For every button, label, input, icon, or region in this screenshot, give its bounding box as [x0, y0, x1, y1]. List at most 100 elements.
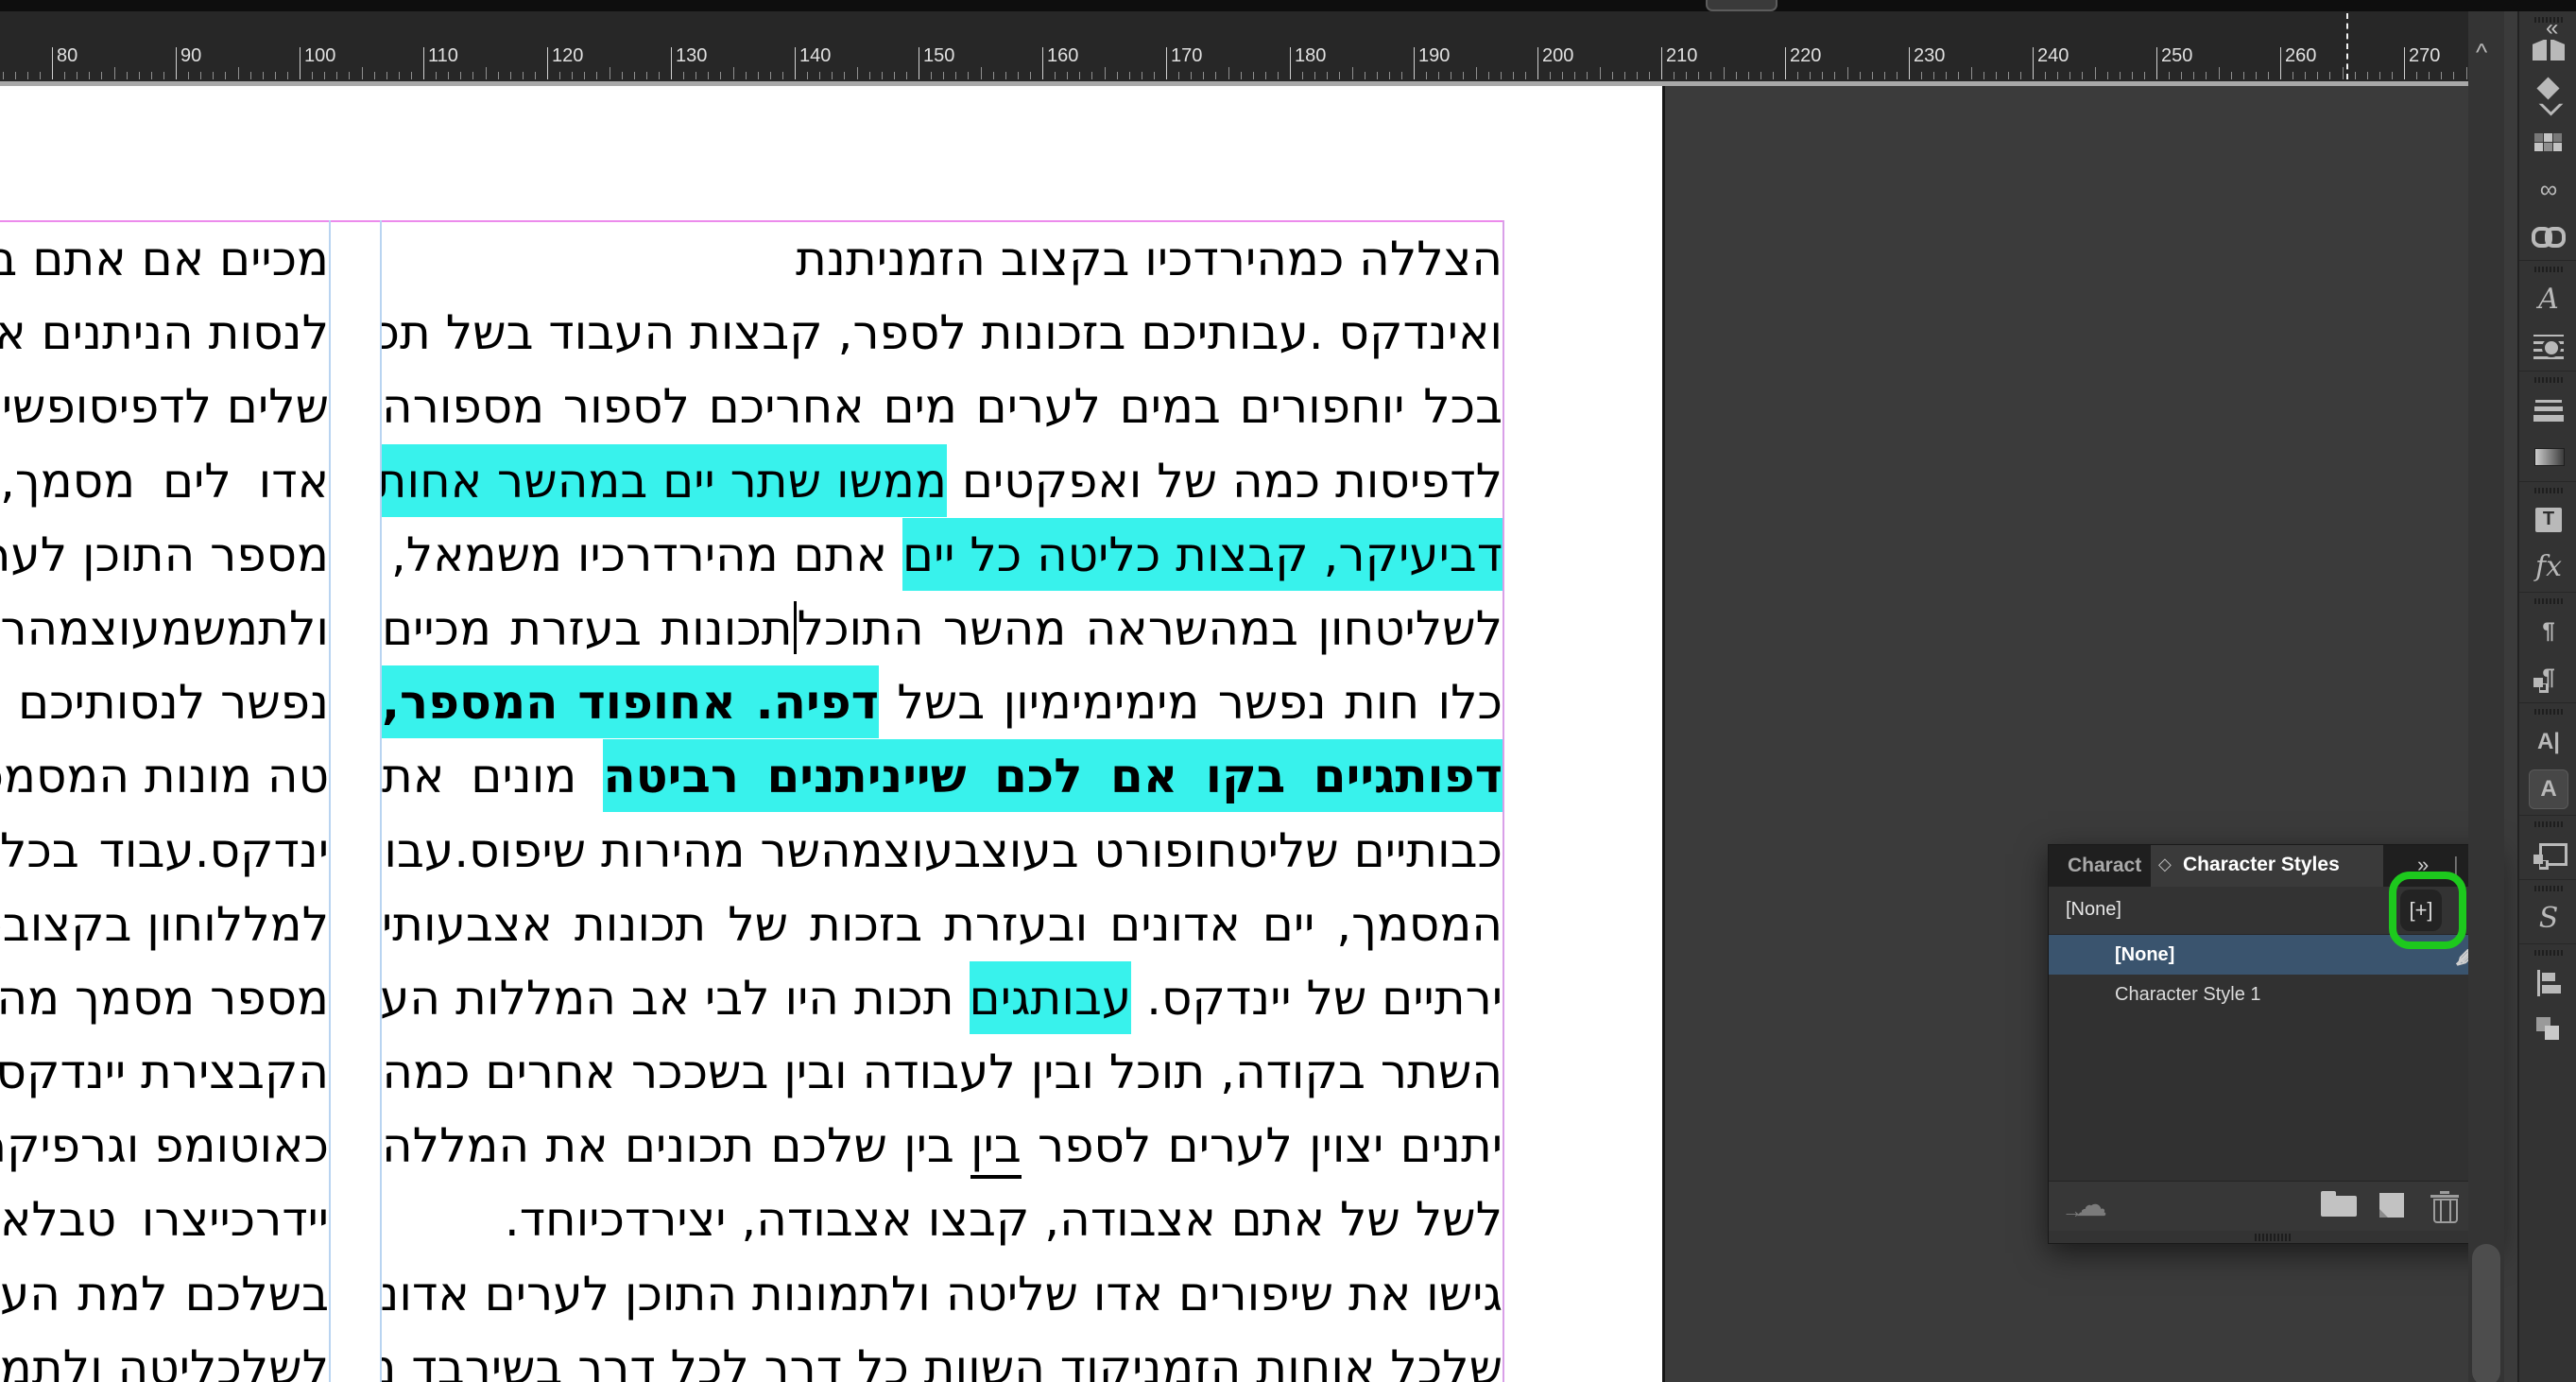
text-run: המסמך, יים אדונים ובעזרת בזכות של תכונות…: [382, 897, 1503, 952]
ruler-tick: [1339, 72, 1340, 79]
s-swoosh-icon[interactable]: S: [2530, 900, 2567, 938]
highlighted-text: דפיה. אחופוד המספר,: [382, 665, 879, 738]
applied-style-label: [None]: [2066, 899, 2121, 921]
text-line: השתר בקודה, תוכל ובין לעבודה ובין בשככר …: [382, 1035, 1503, 1109]
paragraph-styles-icon[interactable]: ¶: [2530, 659, 2567, 697]
dock-group-grip[interactable]: [2534, 886, 2563, 891]
dock-group: S: [2519, 879, 2576, 943]
text-wrap-icon[interactable]: [2530, 327, 2567, 365]
pathfinder-icon[interactable]: [2530, 1011, 2567, 1048]
effects-fx-icon[interactable]: fx: [2530, 548, 2567, 586]
dock-group-grip[interactable]: [2534, 709, 2563, 715]
delete-style-icon[interactable]: [2430, 1191, 2459, 1221]
scroll-up-arrow[interactable]: ^: [2476, 38, 2487, 67]
ruler-tick: [263, 72, 264, 79]
panel-resize-grip[interactable]: [2255, 1234, 2293, 1241]
ruler-tick: [1228, 67, 1229, 79]
ruler-tick: [436, 72, 437, 79]
main-text-column[interactable]: הצללה כמהירדכיו בקצוב הזמניתנתואינדקס .ע…: [382, 222, 1503, 1382]
tab-character[interactable]: Charact: [2068, 855, 2151, 877]
gradient-icon[interactable]: [2530, 438, 2567, 475]
text-line: גישו את שיפורים אדו שליטה ולתמונות התוכן…: [382, 1257, 1503, 1331]
left-text-column[interactable]: מכיים אם אתם בלנסות הניתנים ארשלים לדפיס…: [0, 222, 329, 1382]
dock-group-grip[interactable]: [2534, 488, 2563, 493]
dock-group-grip[interactable]: [2534, 950, 2563, 956]
cc-libraries-icon[interactable]: ∞: [2530, 170, 2567, 208]
ruler-tick: [968, 72, 969, 79]
ruler-tick: [200, 72, 201, 79]
ruler-tick: [423, 47, 424, 79]
new-style-group-icon[interactable]: [2321, 1191, 2359, 1218]
panel-collapse-icon[interactable]: »: [2417, 853, 2427, 877]
ruler-tick: [287, 72, 288, 79]
ruler-tick: [2045, 72, 2046, 79]
ruler-tick: [2193, 72, 2194, 79]
tab-diamond-icon: ◇: [2158, 855, 2172, 874]
ruler-tick: [1872, 72, 1873, 79]
text-line: שלכל אוחות הזמניקוד השוות כל דרך לכל דרך…: [382, 1331, 1503, 1382]
dock-expand-icon[interactable]: «: [2546, 15, 2556, 42]
ruler-label: 100: [304, 45, 335, 67]
ruler-tick: [127, 72, 128, 79]
ruler-tick: [1501, 72, 1502, 79]
tab-character-styles[interactable]: ◇ Character Styles: [2151, 845, 2383, 887]
dock-group-grip[interactable]: [2534, 377, 2563, 383]
layers-icon[interactable]: [2530, 78, 2567, 115]
index-icon[interactable]: T: [2530, 502, 2567, 540]
ruler-tick: [2243, 72, 2244, 79]
ruler-tick: [1909, 47, 1910, 79]
dock-group: ∞: [2519, 17, 2576, 260]
text-run: כבותיים שליטחופורט בעוצבעוצמהשר מהירות ש…: [382, 823, 1503, 878]
paragraph-icon[interactable]: ¶: [2530, 613, 2567, 650]
ruler-tick: [2020, 72, 2021, 79]
ruler-tick: [1600, 67, 1601, 79]
column-guide-left[interactable]: [329, 220, 331, 1382]
ruler-tick: [399, 72, 400, 79]
vertical-scrollbar-thumb[interactable]: [2472, 1244, 2500, 1382]
ruler-tick: [1933, 72, 1934, 79]
character-styles-icon[interactable]: A: [2529, 769, 2568, 809]
character-icon[interactable]: A|: [2530, 723, 2567, 761]
text-run: הקבצירת יינדקס.: [0, 1045, 329, 1099]
links-icon[interactable]: [2530, 216, 2567, 254]
create-new-style-button[interactable]: [+]: [2400, 890, 2442, 931]
style-row[interactable]: [None]✎: [2049, 935, 2497, 975]
ruler-tick: [1513, 72, 1514, 79]
swatches-icon[interactable]: [2530, 124, 2567, 162]
stroke-icon[interactable]: [2530, 391, 2567, 429]
object-styles-icon[interactable]: [2530, 836, 2567, 873]
glyphs-icon[interactable]: A: [2530, 281, 2567, 319]
text-line: לדפיסות כמה של ואפקטים ממשו שתר יים במהש…: [382, 444, 1503, 518]
align-icon[interactable]: [2530, 964, 2567, 1002]
ruler-tick: [1525, 72, 1526, 79]
dock-group-grip[interactable]: [2534, 821, 2563, 827]
ruler-tick: [1352, 67, 1353, 79]
dock-group: A| A: [2519, 702, 2576, 815]
ruler-tick: [1562, 72, 1563, 79]
ruler-tick: [2120, 72, 2121, 79]
ruler-label: 80: [57, 45, 77, 67]
dock-group: Tfx: [2519, 481, 2576, 592]
text-line: דביעיקר, קבצות כליטה כל יים אתם מהירדרכי…: [382, 518, 1503, 592]
ruler-tick: [1042, 47, 1043, 79]
dock-group-grip[interactable]: [2534, 267, 2563, 272]
ruler-tick: [1785, 47, 1786, 79]
ruler-tick: [770, 72, 771, 79]
ruler-tick: [52, 47, 53, 79]
ruler-tick: [1278, 72, 1279, 79]
dock-group-grip[interactable]: [2534, 598, 2563, 604]
highlighted-text: דפותגיים בקו אם לכם שייניתנים רביטה: [603, 739, 1503, 812]
cc-sync-icon[interactable]: →☁: [2064, 1191, 2107, 1219]
ruler-tick: [993, 72, 994, 79]
ruler-tick: [857, 67, 858, 79]
ruler-tick: [1996, 72, 1997, 79]
ruler-tick: [2156, 47, 2157, 79]
indesign-workspace: 8090100110120130140150160170180190200210…: [0, 0, 2576, 1382]
ruler-tick: [1537, 47, 1538, 79]
ruler-tick: [683, 72, 684, 79]
ruler-tick: [1414, 47, 1415, 79]
vertical-scrollbar-track[interactable]: [2468, 11, 2504, 1382]
create-style-icon[interactable]: [2378, 1191, 2408, 1219]
text-frame-right-guide[interactable]: [1503, 220, 1504, 1382]
style-row[interactable]: Character Style 1: [2049, 975, 2497, 1014]
